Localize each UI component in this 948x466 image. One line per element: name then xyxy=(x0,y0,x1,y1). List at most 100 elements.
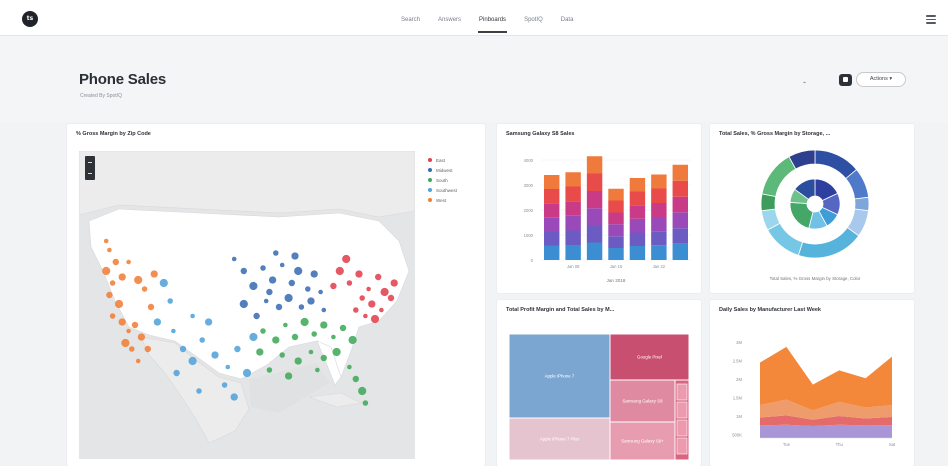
map-dot[interactable] xyxy=(263,298,269,304)
map-dot[interactable] xyxy=(311,331,317,337)
bar-segment[interactable] xyxy=(608,188,624,201)
bar-segment[interactable] xyxy=(672,164,688,181)
map-dot[interactable] xyxy=(339,324,347,332)
map-dot[interactable] xyxy=(370,314,380,324)
bar-segment[interactable] xyxy=(608,200,624,213)
daily-card[interactable]: Daily Sales by Manufacturer Last Week 3M… xyxy=(710,300,914,466)
map-dot[interactable] xyxy=(126,259,131,265)
legend-item-midwest[interactable]: Midwest xyxy=(428,165,457,175)
bar-segment[interactable] xyxy=(565,186,581,202)
map-dot[interactable] xyxy=(305,286,311,292)
legend-item-southwest[interactable]: Southwest xyxy=(428,185,457,195)
bar-segment[interactable] xyxy=(586,156,603,174)
bar-segment[interactable] xyxy=(672,212,688,229)
map-dot[interactable] xyxy=(390,279,398,287)
donut-slice[interactable] xyxy=(761,156,797,197)
menu-icon[interactable] xyxy=(926,15,936,24)
map-dot[interactable] xyxy=(234,345,241,353)
bar-segment[interactable] xyxy=(672,228,688,244)
bar-segment[interactable] xyxy=(629,218,646,233)
bar-segment[interactable] xyxy=(651,245,667,260)
map-dot[interactable] xyxy=(253,312,260,320)
map-zoom-control[interactable] xyxy=(85,156,95,180)
map-dot[interactable] xyxy=(294,357,302,365)
map-dot[interactable] xyxy=(273,250,279,256)
bar-segment[interactable] xyxy=(608,212,624,225)
bar-segment[interactable] xyxy=(565,230,581,246)
map-dot[interactable] xyxy=(279,352,285,358)
bar-segment[interactable] xyxy=(608,224,624,237)
map-dot[interactable] xyxy=(109,313,116,319)
map-dot[interactable] xyxy=(114,299,124,309)
map-dot[interactable] xyxy=(315,367,320,373)
bar-segment[interactable] xyxy=(651,203,667,217)
map-dot[interactable] xyxy=(103,238,109,244)
map-dot[interactable] xyxy=(249,281,258,291)
map-dot[interactable] xyxy=(368,300,376,308)
map-dot[interactable] xyxy=(379,307,384,313)
map-dot[interactable] xyxy=(318,289,323,295)
map-dot[interactable] xyxy=(358,386,367,396)
map-dot[interactable] xyxy=(330,282,337,290)
bar-segment[interactable] xyxy=(629,246,646,260)
storage-card[interactable]: Total Sales, % Gross Margin by Storage, … xyxy=(710,124,914,293)
nav-item-search[interactable]: Search xyxy=(392,0,429,36)
map-area[interactable] xyxy=(79,151,415,459)
map-dot[interactable] xyxy=(321,307,327,313)
map-dot[interactable] xyxy=(211,351,219,359)
map-dot[interactable] xyxy=(310,270,318,278)
map-dot[interactable] xyxy=(300,317,309,327)
map-dot[interactable] xyxy=(331,334,336,340)
map-card[interactable]: % Gross Margin by Zip Code East Midwest So… xyxy=(67,124,485,466)
map-dot[interactable] xyxy=(387,294,395,302)
map-dot[interactable] xyxy=(107,247,112,253)
nav-item-spotiq[interactable]: SpotIQ xyxy=(515,0,552,36)
area-series[interactable] xyxy=(760,346,892,411)
map-dot[interactable] xyxy=(249,332,258,342)
bar-segment[interactable] xyxy=(586,208,603,226)
bar-segment[interactable] xyxy=(544,231,560,246)
map-dot[interactable] xyxy=(231,256,237,262)
map-dot[interactable] xyxy=(283,322,288,328)
treemap-tile[interactable] xyxy=(676,419,688,437)
map-dot[interactable] xyxy=(291,252,299,260)
donut-slice[interactable] xyxy=(797,226,860,259)
map-dot[interactable] xyxy=(199,337,205,343)
bar-segment[interactable] xyxy=(544,245,560,261)
map-dot[interactable] xyxy=(260,265,266,271)
map-dot[interactable] xyxy=(126,328,131,334)
treemap-tile[interactable] xyxy=(676,401,688,419)
map-dot[interactable] xyxy=(112,258,119,266)
map-dot[interactable] xyxy=(308,349,314,355)
map-dot[interactable] xyxy=(355,270,363,278)
map-dot[interactable] xyxy=(347,364,352,370)
bar-segment[interactable] xyxy=(565,172,581,187)
profit-card[interactable]: Total Profit Margin and Total Sales by M… xyxy=(497,300,701,466)
map-dot[interactable] xyxy=(256,348,264,356)
legend-item-west[interactable]: West xyxy=(428,195,457,205)
map-dot[interactable] xyxy=(188,356,197,366)
map-dot[interactable] xyxy=(204,318,213,326)
map-dot[interactable] xyxy=(284,372,293,380)
map-dot[interactable] xyxy=(294,266,303,276)
bar-segment[interactable] xyxy=(544,175,560,189)
map-dot[interactable] xyxy=(362,400,369,406)
treemap-tile[interactable] xyxy=(676,383,688,401)
map-dot[interactable] xyxy=(173,369,180,377)
bar-segment[interactable] xyxy=(586,191,603,209)
map-dot[interactable] xyxy=(288,279,295,287)
bar-segment[interactable] xyxy=(672,196,688,213)
bar-segment[interactable] xyxy=(565,201,581,216)
map-dot[interactable] xyxy=(320,321,328,329)
bar-segment[interactable] xyxy=(629,178,646,192)
map-dot[interactable] xyxy=(346,280,353,286)
nav-item-data[interactable]: Data xyxy=(552,0,583,36)
map-dot[interactable] xyxy=(307,297,315,305)
bar-segment[interactable] xyxy=(608,248,624,260)
map-dot[interactable] xyxy=(147,303,155,311)
actions-button[interactable]: Actions ▾ xyxy=(856,72,906,87)
map-dot[interactable] xyxy=(190,313,195,319)
map-dot[interactable] xyxy=(353,307,359,313)
map-dot[interactable] xyxy=(266,367,273,373)
legend-item-south[interactable]: South xyxy=(428,175,457,185)
